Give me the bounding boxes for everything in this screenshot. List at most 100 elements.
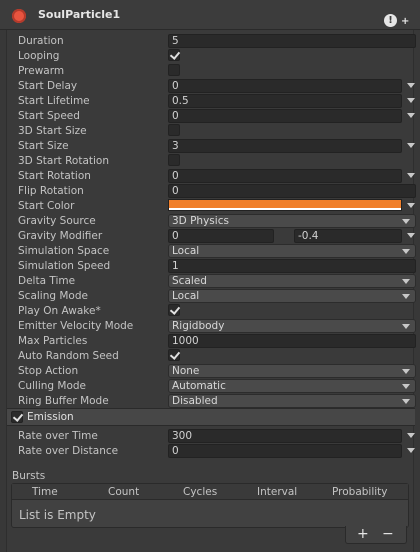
chevron-down-icon <box>402 384 410 389</box>
flip-rotation-label: Flip Rotation <box>18 185 84 197</box>
start-lifetime-mode-arrow-icon[interactable] <box>407 98 415 103</box>
simulation-speed-label: Simulation Speed <box>18 260 111 272</box>
emitter-velocity-mode-dropdown[interactable]: Rigidbody <box>168 319 416 333</box>
start-rotation-field[interactable]: 0 <box>168 169 402 183</box>
scaling-mode-label: Scaling Mode <box>18 290 88 302</box>
3d-start-rotation-checkbox[interactable] <box>168 154 180 166</box>
row-rate-over-time: Rate over Time 300 <box>18 429 418 444</box>
flip-rotation-field[interactable]: 0 <box>168 184 416 198</box>
max-particles-label: Max Particles <box>18 335 88 347</box>
looping-checkbox[interactable] <box>168 49 180 61</box>
prewarm-checkbox[interactable] <box>168 64 180 76</box>
duration-field[interactable]: 5 <box>168 34 416 48</box>
alpha-bar <box>169 208 401 210</box>
3d-start-size-checkbox[interactable] <box>168 124 180 136</box>
ring-buffer-mode-value: Disabled <box>172 395 218 407</box>
row-gravity-modifier: Gravity Modifier 0 -0.4 <box>18 229 418 244</box>
play-on-awake-checkbox[interactable] <box>168 304 180 316</box>
auto-random-seed-checkbox[interactable] <box>168 349 180 361</box>
auto-random-seed-label: Auto Random Seed <box>18 350 119 362</box>
culling-mode-label: Culling Mode <box>18 380 87 392</box>
chevron-down-icon <box>402 324 410 329</box>
row-gravity-source: Gravity Source 3D Physics <box>18 214 418 229</box>
gravity-source-value: 3D Physics <box>172 215 229 227</box>
row-start-size: Start Size 3 <box>18 139 418 154</box>
duration-label: Duration <box>18 35 64 47</box>
scaling-mode-value: Local <box>172 290 200 302</box>
gravity-source-dropdown[interactable]: 3D Physics <box>168 214 416 228</box>
row-start-delay: Start Delay 0 <box>18 79 418 94</box>
chevron-down-icon <box>402 294 410 299</box>
start-rotation-label: Start Rotation <box>18 170 91 182</box>
start-rotation-mode-arrow-icon[interactable] <box>407 173 415 178</box>
looping-label: Looping <box>18 50 60 62</box>
culling-mode-value: Automatic <box>172 380 226 392</box>
start-speed-field[interactable]: 0 <box>168 109 402 123</box>
add-icon[interactable]: + <box>401 16 409 27</box>
row-play-on-awake: Play On Awake* <box>18 304 418 319</box>
emission-enable-checkbox[interactable] <box>11 411 23 423</box>
gravity-modifier-mode-arrow-icon[interactable] <box>407 233 415 238</box>
row-ring-buffer-mode: Ring Buffer Mode Disabled <box>18 394 418 409</box>
gravity-modifier-max-field[interactable]: -0.4 <box>294 229 402 243</box>
simulation-space-value: Local <box>172 245 200 257</box>
bursts-header-row: Time Count Cycles Interval Probability <box>12 484 408 500</box>
start-color-swatch[interactable] <box>168 199 402 211</box>
stop-action-label: Stop Action <box>18 365 79 377</box>
inspector-panel: Duration 5 Looping Prewarm Start Delay 0… <box>6 30 416 552</box>
row-prewarm: Prewarm <box>18 64 418 79</box>
row-stop-action: Stop Action None <box>18 364 418 379</box>
rate-over-time-field[interactable]: 300 <box>168 429 402 443</box>
scaling-mode-dropdown[interactable]: Local <box>168 289 416 303</box>
rate-over-distance-label: Rate over Distance <box>18 445 119 457</box>
delta-time-dropdown[interactable]: Scaled <box>168 274 416 288</box>
row-flip-rotation: Flip Rotation 0 <box>18 184 418 199</box>
row-looping: Looping <box>18 49 418 64</box>
row-simulation-space: Simulation Space Local <box>18 244 418 259</box>
emission-module-header[interactable]: Emission <box>7 408 415 426</box>
row-duration: Duration 5 <box>18 34 418 49</box>
start-speed-mode-arrow-icon[interactable] <box>407 113 415 118</box>
rate-over-time-mode-arrow-icon[interactable] <box>407 433 415 438</box>
bursts-column-probability: Probability <box>332 486 388 498</box>
bursts-column-cycles: Cycles <box>183 486 218 498</box>
particle-system-icon <box>12 9 26 23</box>
row-start-lifetime: Start Lifetime 0.5 <box>18 94 418 109</box>
simulation-speed-field[interactable]: 1 <box>168 259 416 273</box>
component-title: SoulParticle1 <box>38 8 121 21</box>
ring-buffer-mode-dropdown[interactable]: Disabled <box>168 394 416 408</box>
add-burst-button[interactable]: + <box>357 526 369 542</box>
remove-burst-button[interactable]: − <box>382 526 394 542</box>
row-rate-over-distance: Rate over Distance 0 <box>18 444 418 459</box>
culling-mode-dropdown[interactable]: Automatic <box>168 379 416 393</box>
row-delta-time: Delta Time Scaled <box>18 274 418 289</box>
start-delay-field[interactable]: 0 <box>168 79 402 93</box>
stop-action-dropdown[interactable]: None <box>168 364 416 378</box>
rate-over-time-label: Rate over Time <box>18 430 98 442</box>
gravity-modifier-min-field[interactable]: 0 <box>168 229 274 243</box>
row-simulation-speed: Simulation Speed 1 <box>18 259 418 274</box>
gravity-modifier-label: Gravity Modifier <box>18 230 103 242</box>
rate-over-distance-field[interactable]: 0 <box>168 444 402 458</box>
chevron-down-icon <box>402 399 410 404</box>
warning-icon[interactable]: ! <box>384 14 397 27</box>
chevron-down-icon <box>402 249 410 254</box>
start-delay-mode-arrow-icon[interactable] <box>407 83 415 88</box>
start-size-mode-arrow-icon[interactable] <box>407 143 415 148</box>
delta-time-label: Delta Time <box>18 275 76 287</box>
start-color-mode-arrow-icon[interactable] <box>407 203 415 208</box>
start-color-label: Start Color <box>18 200 75 212</box>
prewarm-label: Prewarm <box>18 65 65 77</box>
delta-time-value: Scaled <box>172 275 207 287</box>
start-size-field[interactable]: 3 <box>168 139 402 153</box>
bursts-label: Bursts <box>12 470 46 482</box>
start-speed-label: Start Speed <box>18 110 80 122</box>
max-particles-field[interactable]: 1000 <box>168 334 416 348</box>
play-on-awake-label: Play On Awake* <box>18 305 101 317</box>
start-lifetime-field[interactable]: 0.5 <box>168 94 402 108</box>
gravity-source-label: Gravity Source <box>18 215 96 227</box>
rate-over-distance-mode-arrow-icon[interactable] <box>407 448 415 453</box>
row-emitter-velocity-mode: Emitter Velocity Mode Rigidbody <box>18 319 418 334</box>
simulation-space-dropdown[interactable]: Local <box>168 244 416 258</box>
bursts-list: Time Count Cycles Interval Probability L… <box>11 483 409 528</box>
